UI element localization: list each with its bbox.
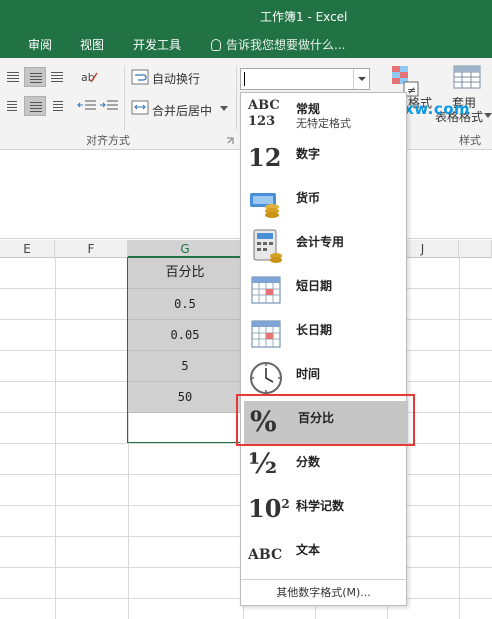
merge-center-icon	[130, 98, 152, 118]
format-option-label: 会计专用	[296, 235, 345, 249]
wrap-text-icon	[130, 67, 152, 87]
styles-group-label: 样式	[459, 134, 481, 147]
align-left-button[interactable]	[2, 96, 24, 116]
title-bar: 工作簿1 - Excel	[0, 0, 492, 30]
format-option-label: 数字	[296, 147, 321, 161]
format-option-scientific[interactable]: 102 科学记数	[242, 489, 406, 533]
long-date-icon	[251, 320, 281, 348]
format-option-number[interactable]: 12 数字	[242, 137, 406, 181]
table-styles-icon	[450, 64, 484, 94]
number-format-dropdown: ABC 123 常规 无特定格式 12 数字 货币 会计专用 短日期 长日期 时间…	[240, 92, 408, 606]
number-format-icon: 12	[248, 143, 282, 172]
align-right-icon	[53, 101, 63, 111]
format-option-general[interactable]: ABC 123 常规 无特定格式	[242, 93, 406, 137]
column-header-g[interactable]: G	[128, 240, 243, 258]
column-header-k[interactable]	[459, 240, 492, 258]
increase-indent-icon	[100, 100, 118, 110]
general-format-icon: ABC 123	[248, 98, 280, 129]
align-bottom-button[interactable]	[46, 67, 68, 87]
window-title: 工作簿1 - Excel	[260, 10, 348, 24]
align-middle-icon	[30, 73, 42, 83]
align-center-icon	[30, 102, 42, 112]
decrease-indent-icon	[77, 100, 96, 110]
align-center-button[interactable]	[24, 96, 46, 116]
format-option-label: 分数	[296, 455, 321, 469]
align-top-icon	[7, 72, 19, 82]
lightbulb-icon	[211, 39, 221, 51]
column-header-e[interactable]: E	[0, 240, 55, 258]
ribbon-tabs: 审阅 视图 开发工具 告诉我您想要做什么...	[0, 30, 492, 58]
number-format-combo[interactable]	[240, 68, 370, 90]
align-right-button[interactable]	[46, 96, 68, 116]
format-option-text[interactable]: ABC 文本	[242, 533, 406, 577]
orientation-icon: ab	[81, 71, 98, 84]
short-date-icon	[251, 276, 281, 304]
align-left-icon	[7, 101, 17, 111]
column-header-f[interactable]: F	[55, 240, 128, 258]
fraction-format-icon: ½	[248, 447, 278, 480]
accounting-format-icon	[253, 229, 282, 263]
highlight-box	[236, 394, 415, 446]
scientific-format-icon: 102	[248, 494, 290, 523]
merge-dropdown-arrow-icon[interactable]	[220, 106, 228, 112]
tab-developer[interactable]: 开发工具	[133, 36, 181, 53]
align-top-button[interactable]	[2, 67, 24, 87]
format-option-label: 货币	[296, 191, 321, 205]
format-option-label: 时间	[296, 367, 321, 381]
orientation-button[interactable]: ab	[78, 67, 100, 87]
tell-me-box[interactable]: 告诉我您想要做什么...	[211, 36, 345, 53]
clock-icon	[250, 362, 282, 394]
alignment-group-label: 对齐方式	[86, 134, 130, 147]
align-middle-button[interactable]	[24, 67, 46, 87]
format-option-long-date[interactable]: 长日期	[242, 313, 406, 357]
dialog-launcher-icon[interactable]	[226, 137, 234, 145]
format-option-label: 长日期	[296, 323, 333, 337]
format-option-label: 科学记数	[296, 499, 345, 513]
svg-text:ab: ab	[81, 71, 95, 84]
format-option-currency[interactable]: 货币	[242, 181, 406, 225]
format-option-sub: 无特定格式	[296, 117, 351, 130]
number-format-dropdown-arrow[interactable]	[353, 69, 369, 89]
selection-border	[127, 257, 244, 443]
tell-me-text: 告诉我您想要做什么...	[226, 38, 346, 52]
format-option-label: 短日期	[296, 279, 333, 293]
tab-view[interactable]: 视图	[80, 36, 104, 53]
decrease-indent-button[interactable]	[76, 96, 98, 116]
format-option-label: 文本	[296, 543, 321, 557]
wrap-text-button[interactable]: 自动换行	[152, 70, 200, 87]
currency-format-icon	[250, 193, 279, 218]
format-option-accounting[interactable]: 会计专用	[242, 225, 406, 269]
table-styles-arrow-icon[interactable]	[484, 113, 492, 119]
increase-indent-button[interactable]	[98, 96, 120, 116]
tab-review[interactable]: 审阅	[28, 36, 52, 53]
more-number-formats[interactable]: 其他数字格式(M)...	[241, 579, 406, 605]
format-option-fraction[interactable]: ½ 分数	[242, 445, 406, 489]
merge-center-button[interactable]: 合并后居中	[152, 102, 212, 119]
align-bottom-icon	[51, 72, 63, 82]
format-option-short-date[interactable]: 短日期	[242, 269, 406, 313]
text-format-icon: ABC	[248, 547, 283, 563]
text-caret	[244, 72, 245, 86]
